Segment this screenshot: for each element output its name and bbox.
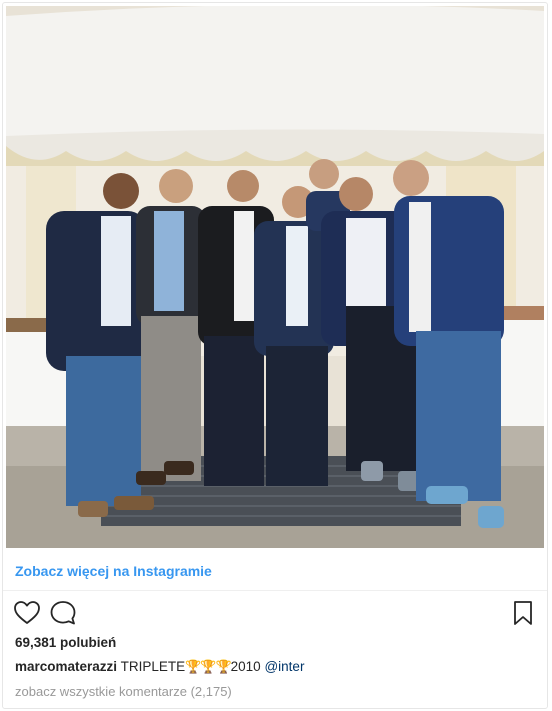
caption-text: TRIPLETE bbox=[120, 659, 186, 674]
caption-mention-link[interactable]: @inter bbox=[264, 659, 304, 674]
view-more-on-instagram-link[interactable]: Zobacz więcej na Instagramie bbox=[15, 563, 212, 579]
comment-bubble-icon[interactable] bbox=[49, 599, 77, 627]
bookmark-icon[interactable] bbox=[509, 599, 537, 627]
post-actions bbox=[3, 597, 547, 629]
view-all-comments-link[interactable]: zobacz wszystkie komentarze (2,175) bbox=[15, 684, 232, 699]
instagram-embed: Zobacz więcej na Instagramie 69,381 polu… bbox=[2, 2, 548, 709]
post-photo[interactable] bbox=[6, 6, 544, 548]
view-more-row: Zobacz więcej na Instagramie bbox=[3, 551, 547, 591]
likes-count[interactable]: 69,381 polubień bbox=[15, 635, 116, 650]
group-photo-illustration bbox=[6, 6, 544, 548]
caption-username[interactable]: marcomaterazzi bbox=[15, 659, 117, 674]
caption-year: 2010 bbox=[230, 659, 261, 674]
heart-icon[interactable] bbox=[13, 599, 41, 627]
post-caption: marcomaterazzi TRIPLETE🏆🏆🏆2010 @inter bbox=[15, 659, 304, 675]
trophy-emojis: 🏆🏆🏆 bbox=[185, 659, 232, 674]
